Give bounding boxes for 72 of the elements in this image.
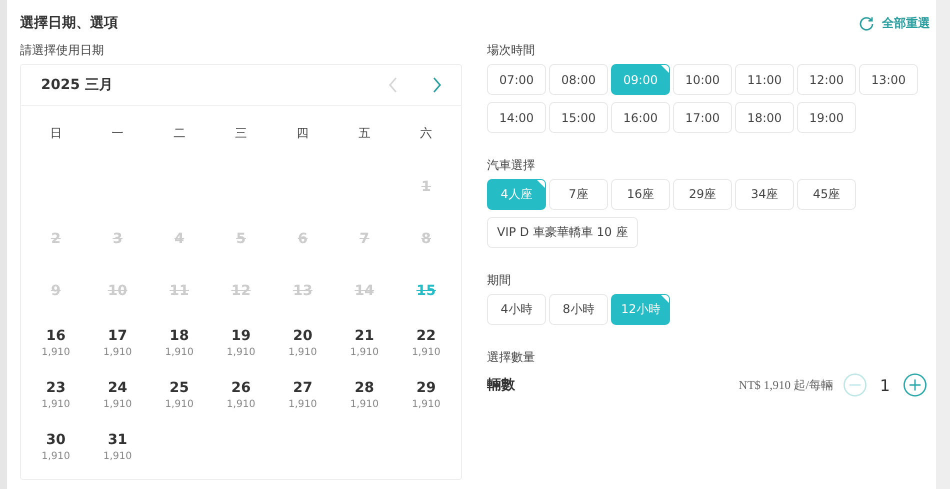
day-number[interactable]: 21 — [354, 328, 374, 344]
weekday-label: 五 — [357, 125, 372, 142]
option-button[interactable]: 11:00 — [735, 64, 794, 95]
day-number[interactable]: 29 — [416, 380, 436, 396]
day-price: 1,910 — [164, 347, 194, 358]
option-button[interactable]: 10:00 — [673, 64, 732, 95]
day-number[interactable]: 22 — [416, 328, 436, 344]
weekday-label: 一 — [110, 125, 125, 142]
option-button[interactable]: 18:00 — [735, 102, 794, 133]
day-price: 1,910 — [42, 347, 70, 358]
weekday-label: 四 — [296, 125, 310, 142]
day-price: 1,910 — [412, 399, 440, 410]
refresh-icon — [859, 16, 874, 30]
option-button[interactable]: 12:00 — [797, 64, 856, 95]
day-price: 1,910 — [103, 347, 132, 358]
day-price: 1,910 — [103, 451, 132, 462]
option-button[interactable]: 4小時 — [487, 294, 546, 325]
option-button[interactable]: 16:00 — [611, 102, 670, 133]
option-button[interactable]: 19:00 — [797, 102, 856, 133]
weekday-label: 二 — [172, 125, 186, 142]
day-price: 1,910 — [42, 399, 70, 410]
day-price: 1,910 — [350, 347, 379, 358]
field-label: 選擇數量 — [487, 349, 536, 366]
option-button[interactable]: 17:00 — [673, 102, 732, 133]
day-price: 1,910 — [103, 399, 132, 410]
day-price: 1,910 — [164, 399, 194, 410]
quantity-value: 1 — [878, 376, 892, 394]
weekday-label: 六 — [419, 125, 434, 142]
option-button[interactable]: 45座 — [797, 179, 856, 210]
option-button[interactable]: 14:00 — [487, 102, 546, 133]
day-number[interactable]: 25 — [170, 380, 190, 396]
day-price: 1,910 — [350, 399, 379, 410]
day-number[interactable]: 30 — [46, 432, 66, 448]
option-button[interactable]: 13:00 — [859, 64, 918, 95]
field-label: 場次時間 — [487, 42, 536, 59]
option-button[interactable]: 08:00 — [549, 64, 608, 95]
day-number[interactable]: 17 — [108, 328, 128, 344]
day-number[interactable]: 23 — [46, 380, 66, 396]
option-button[interactable]: 07:00 — [487, 64, 546, 95]
day-price: 1,910 — [42, 451, 70, 462]
weekday-label: 三 — [234, 125, 248, 142]
weekday-label: 日 — [48, 125, 63, 142]
day-number[interactable]: 20 — [292, 328, 312, 344]
day-price: 1,910 — [288, 347, 318, 358]
day-price: 1,910 — [412, 347, 440, 358]
option-button[interactable]: 8小時 — [549, 294, 608, 325]
day-number[interactable]: 24 — [108, 380, 128, 396]
day-number: 15 — [416, 283, 436, 299]
day-price: 1,910 — [226, 347, 256, 358]
month-title: 2025 三月 — [41, 76, 114, 94]
day-number[interactable]: 18 — [170, 328, 190, 344]
day-number[interactable]: 31 — [108, 432, 128, 448]
option-button[interactable]: 34座 — [735, 179, 794, 210]
day-number[interactable]: 26 — [231, 380, 251, 396]
item-label: 輛數 — [487, 376, 516, 394]
section-title: 選擇日期、選項 — [20, 14, 118, 32]
day-number[interactable]: 27 — [292, 380, 312, 396]
day-number[interactable]: 19 — [231, 328, 251, 344]
unit-price: NT$ 1,910 起/每輛 — [738, 376, 833, 394]
option-button[interactable]: 29座 — [673, 179, 732, 210]
option-button[interactable]: 16座 — [611, 179, 670, 210]
day-price: 1,910 — [288, 399, 318, 410]
field-label: 請選擇使用日期 — [20, 42, 105, 59]
option-button[interactable]: VIP D 車豪華轎車 10 座 — [487, 217, 638, 248]
increase-button[interactable] — [903, 373, 927, 397]
day-number[interactable]: 16 — [46, 328, 66, 344]
field-label: 期間 — [487, 272, 512, 289]
day-price: 1,910 — [226, 399, 256, 410]
field-label: 汽車選擇 — [487, 157, 536, 174]
option-button[interactable]: 15:00 — [549, 102, 608, 133]
day-number[interactable]: 28 — [354, 380, 374, 396]
option-button[interactable]: 7座 — [549, 179, 608, 210]
